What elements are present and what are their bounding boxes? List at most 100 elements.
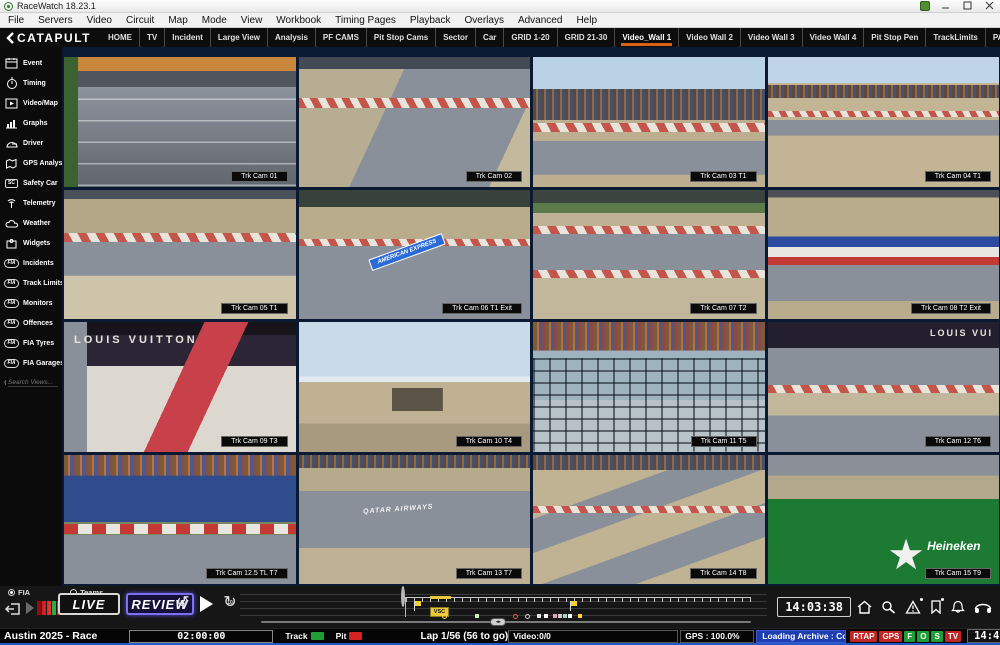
camera-label: Trk Cam 04 T1 — [925, 171, 991, 182]
camera-feed-16[interactable]: ★ Heineken Trk Cam 15 T9 — [768, 455, 1000, 585]
tab-page-17[interactable]: PAGE 17 — [985, 28, 1000, 47]
camera-feed-09[interactable]: LOUIS VUITTON Trk Cam 09 T3 — [64, 322, 296, 452]
tab-pit-stop-pen[interactable]: Pit Stop Pen — [863, 28, 925, 47]
camera-feed-12[interactable]: LOUIS VUI Trk Cam 12 T6 — [768, 322, 1000, 452]
menu-workbook[interactable]: Workbook — [276, 15, 321, 26]
window-title: RaceWatch 18.23.1 — [17, 1, 96, 11]
tab-incident[interactable]: Incident — [164, 28, 210, 47]
sidebar-item-timing[interactable]: Timing — [0, 73, 62, 93]
menu-playback[interactable]: Playback — [410, 15, 451, 26]
camera-feed-05[interactable]: Trk Cam 05 T1 — [64, 190, 296, 320]
flag-bookmark-icon[interactable] — [930, 600, 942, 614]
sidebar-item-fia-tyres[interactable]: FIA FIA Tyres — [0, 333, 62, 353]
tab-pit-stop-cams[interactable]: Pit Stop Cams — [366, 28, 435, 47]
sidebar-item-offences[interactable]: FIA Offences — [0, 313, 62, 333]
skip-back-10-icon[interactable]: ↺10 — [174, 594, 192, 612]
louis-vuitton-banner: LOUIS VUITTON — [74, 334, 198, 346]
playback-clock: 14:03:38 — [777, 597, 851, 617]
exit-icon[interactable] — [5, 602, 21, 616]
vsc-period-highlight — [430, 596, 451, 599]
camera-feed-01[interactable]: Trk Cam 01 — [64, 57, 296, 187]
sidebar-item-gps-analysis[interactable]: GPS Analysis — [0, 153, 62, 173]
camera-label: Trk Cam 14 T8 — [690, 568, 756, 579]
search-icon[interactable] — [881, 600, 896, 614]
search-views-input[interactable] — [8, 379, 58, 387]
camera-feed-06[interactable]: AMERICAN EXPRESS Trk Cam 06 T1 Exit — [299, 190, 531, 320]
sidebar-item-video-map[interactable]: Video/Map — [0, 93, 62, 113]
tab-home[interactable]: HOME — [101, 28, 139, 47]
sidebar-item-track-limits[interactable]: FIA Track Limits — [0, 273, 62, 293]
menu-servers[interactable]: Servers — [38, 15, 72, 26]
live-button[interactable]: LIVE — [58, 593, 120, 615]
gps-status: GPS : 100.0% — [680, 630, 754, 643]
camera-label: Trk Cam 15 T9 — [925, 568, 991, 579]
camera-feed-04[interactable]: Trk Cam 04 T1 — [768, 57, 1000, 187]
scrubber-track[interactable] — [261, 621, 751, 623]
menu-file[interactable]: File — [8, 15, 24, 26]
home-icon[interactable] — [857, 600, 872, 614]
close-button[interactable] — [984, 1, 996, 11]
camera-feed-08[interactable]: Trk Cam 08 T2 Exit — [768, 190, 1000, 320]
f-status-chip: F — [904, 631, 915, 642]
menu-timing-pages[interactable]: Timing Pages — [335, 15, 396, 26]
tab-analysis[interactable]: Analysis — [267, 28, 315, 47]
sidebar-item-graphs[interactable]: Graphs — [0, 113, 62, 133]
camera-feed-11[interactable]: Trk Cam 11 T5 — [533, 322, 765, 452]
tab-video-wall-2[interactable]: Video Wall 2 — [678, 28, 740, 47]
menu-overlays[interactable]: Overlays — [465, 15, 504, 26]
camera-feed-15[interactable]: Trk Cam 14 T8 — [533, 455, 765, 585]
tab-large-view[interactable]: Large View — [210, 28, 267, 47]
minimize-button[interactable] — [940, 1, 952, 11]
tab-tv[interactable]: TV — [139, 28, 164, 47]
menu-advanced[interactable]: Advanced — [518, 15, 562, 26]
camera-feed-03[interactable]: Trk Cam 03 T1 — [533, 57, 765, 187]
tab-video-wall-3[interactable]: Video Wall 3 — [740, 28, 802, 47]
bell-icon[interactable] — [951, 600, 965, 614]
tab-grid-21-30[interactable]: GRID 21-30 — [557, 28, 615, 47]
sidebar-item-event[interactable]: Event — [0, 53, 62, 73]
camera-feed-02[interactable]: Trk Cam 02 — [299, 57, 531, 187]
yellow-flag-marker[interactable] — [570, 601, 577, 611]
menu-view[interactable]: View — [241, 15, 263, 26]
headset-icon[interactable] — [974, 601, 992, 614]
tab-video-wall-4[interactable]: Video Wall 4 — [802, 28, 864, 47]
sidebar-item-fia-garages[interactable]: FIA FIA Garages — [0, 353, 62, 373]
sidebar-item-weather[interactable]: Weather — [0, 213, 62, 233]
camera-feed-13[interactable]: Trk Cam 12.5 TL T7 — [64, 455, 296, 585]
wall-clock: 14:45:41 — [967, 629, 1000, 643]
camera-label: Trk Cam 02 — [466, 171, 522, 182]
sidebar-item-safety-car[interactable]: SC Safety Car — [0, 173, 62, 193]
maximize-button[interactable] — [962, 1, 974, 11]
camera-feed-10[interactable]: Trk Cam 10 T4 — [299, 322, 531, 452]
menu-help[interactable]: Help — [576, 15, 597, 26]
camera-feed-14[interactable]: QATAR AIRWAYS Trk Cam 13 T7 — [299, 455, 531, 585]
menu-map[interactable]: Map — [168, 15, 187, 26]
camera-feed-07[interactable]: Trk Cam 07 T2 — [533, 190, 765, 320]
sidebar-item-driver[interactable]: Driver — [0, 133, 62, 153]
incident-warning-icon[interactable] — [905, 600, 921, 614]
sidebar-item-monitors[interactable]: FIA Monitors — [0, 293, 62, 313]
sidebar-item-incidents[interactable]: FIA Incidents — [0, 253, 62, 273]
tab-sector[interactable]: Sector — [435, 28, 475, 47]
play-icon[interactable] — [200, 596, 213, 612]
scrubber-handle[interactable]: ◂▸ — [490, 618, 506, 626]
event-marker — [537, 614, 541, 618]
session-timeline[interactable]: VSC ◂▸ — [240, 588, 767, 626]
skip-forward-10-icon[interactable]: ↻10 — [221, 594, 239, 612]
timeline-playhead[interactable] — [401, 588, 411, 618]
tab-car[interactable]: Car — [475, 28, 503, 47]
status-bar: Austin 2025 - Race 02:00:00 Track Pit La… — [0, 628, 1000, 643]
sidebar-item-widgets[interactable]: Widgets — [0, 233, 62, 253]
tab-tracklimits[interactable]: TrackLimits — [925, 28, 984, 47]
tab-video-wall-1[interactable]: Video_Wall 1 — [614, 28, 678, 47]
camera-label: Trk Cam 12 T6 — [925, 436, 991, 447]
sidebar-item-telemetry[interactable]: Telemetry — [0, 193, 62, 213]
tab-pf-cams[interactable]: PF CAMS — [315, 28, 366, 47]
radio-fia[interactable]: FIA — [8, 588, 30, 597]
menu-video[interactable]: Video — [87, 15, 112, 26]
menu-mode[interactable]: Mode — [202, 15, 227, 26]
menu-circuit[interactable]: Circuit — [126, 15, 154, 26]
tab-grid-1-20[interactable]: GRID 1-20 — [503, 28, 556, 47]
o-status-chip: O — [917, 631, 929, 642]
yellow-flag-marker[interactable] — [414, 601, 421, 611]
